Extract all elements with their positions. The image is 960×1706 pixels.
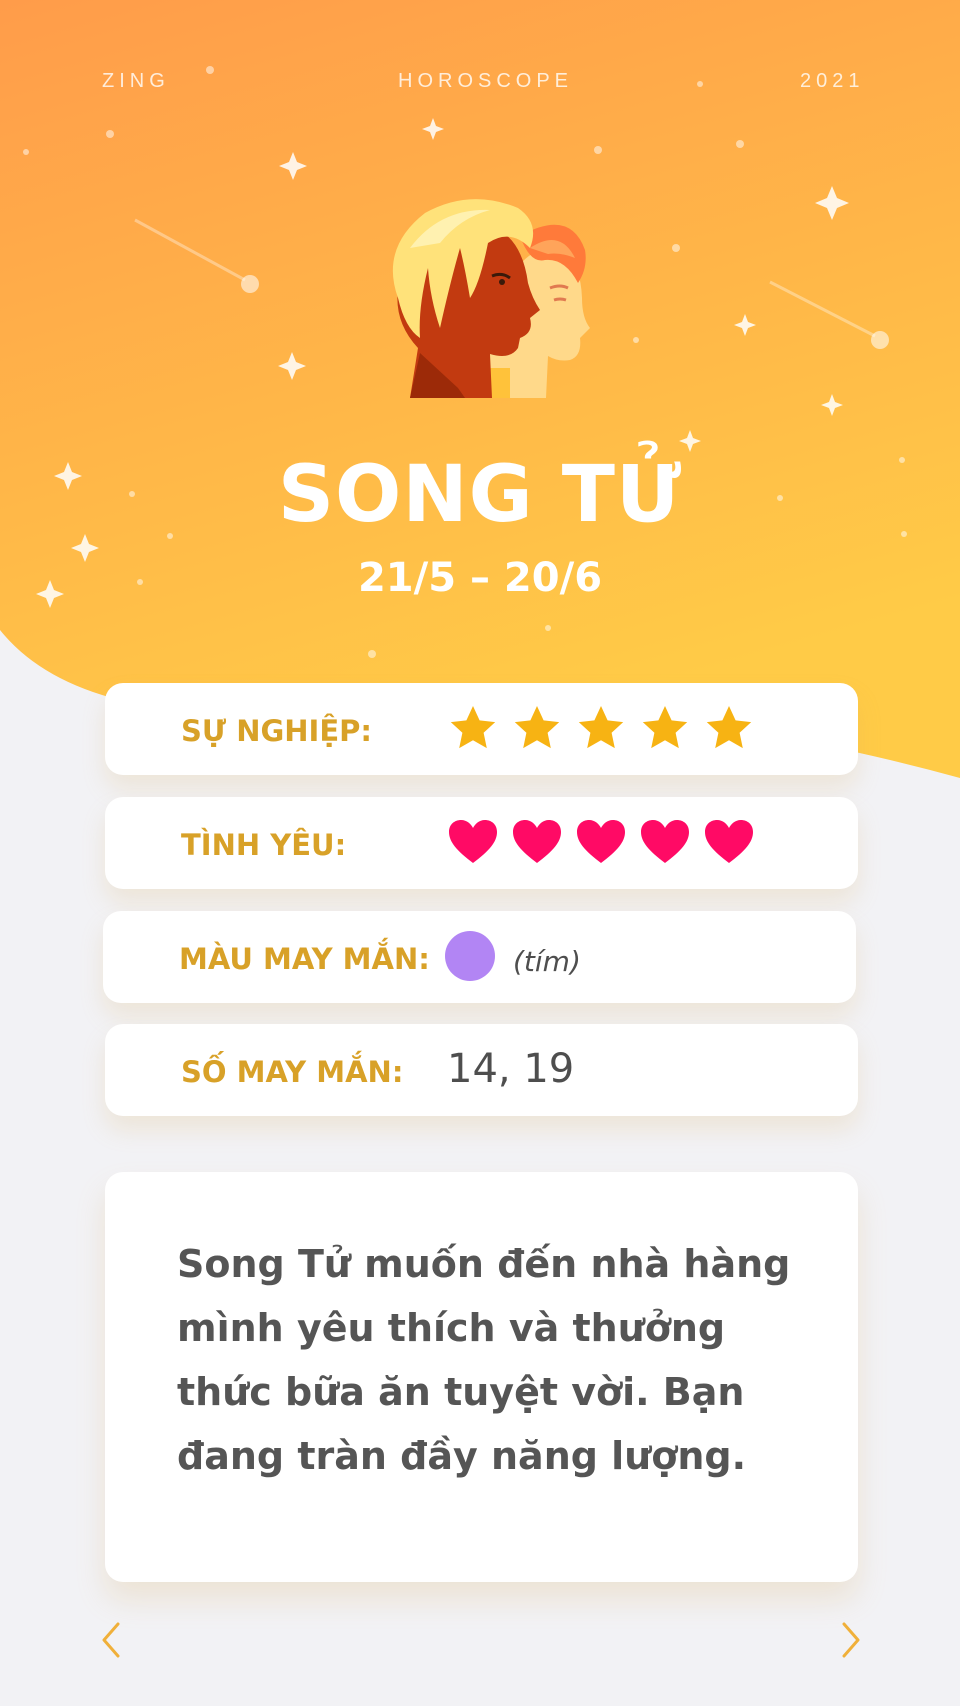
sign-dates: 21/5 – 20/6 [357, 555, 603, 601]
description-text: Song Tử muốn đến nhà hàng mình yêu thích… [177, 1242, 791, 1478]
heart-icon [641, 820, 689, 863]
header: ZING HOROSCOPE 2021 [0, 70, 960, 94]
heart-icon [705, 820, 753, 863]
heart-icon [449, 820, 497, 863]
section-label: HOROSCOPE [398, 70, 574, 92]
lucky-color-card: MÀU MAY MẮN: (tím) [103, 911, 856, 1003]
color-swatch [445, 931, 495, 981]
lucky-number-value: 14, 19 [447, 1046, 575, 1092]
star-icon [578, 706, 624, 749]
star-icon [642, 706, 688, 749]
heart-icon [577, 820, 625, 863]
sign-title: SONG TỬ [277, 450, 683, 540]
lucky-color-name: (tím) [513, 945, 581, 978]
star-icon [450, 706, 496, 749]
chevron-left-icon [102, 1622, 120, 1658]
love-label: TÌNH YÊU: [181, 828, 347, 862]
career-card: SỰ NGHIỆP: [105, 683, 858, 775]
career-rating [447, 703, 755, 755]
prev-button[interactable] [98, 1620, 126, 1660]
year-label: 2021 [800, 70, 865, 92]
star-icon [514, 706, 560, 749]
star-icon [706, 706, 752, 749]
chevron-right-icon [842, 1622, 860, 1658]
lucky-number-card: SỐ MAY MẮN: 14, 19 [105, 1024, 858, 1116]
brand-label: ZING [102, 70, 170, 92]
love-card: TÌNH YÊU: [105, 797, 858, 889]
next-button[interactable] [836, 1620, 864, 1660]
lucky-number-label: SỐ MAY MẮN: [181, 1055, 404, 1089]
description-card: Song Tử muốn đến nhà hàng mình yêu thích… [105, 1172, 858, 1582]
career-label: SỰ NGHIỆP: [181, 714, 373, 748]
gemini-twins-icon [392, 199, 590, 398]
lucky-color-label: MÀU MAY MẮN: [179, 942, 430, 976]
love-rating [447, 817, 755, 869]
heart-icon [513, 820, 561, 863]
